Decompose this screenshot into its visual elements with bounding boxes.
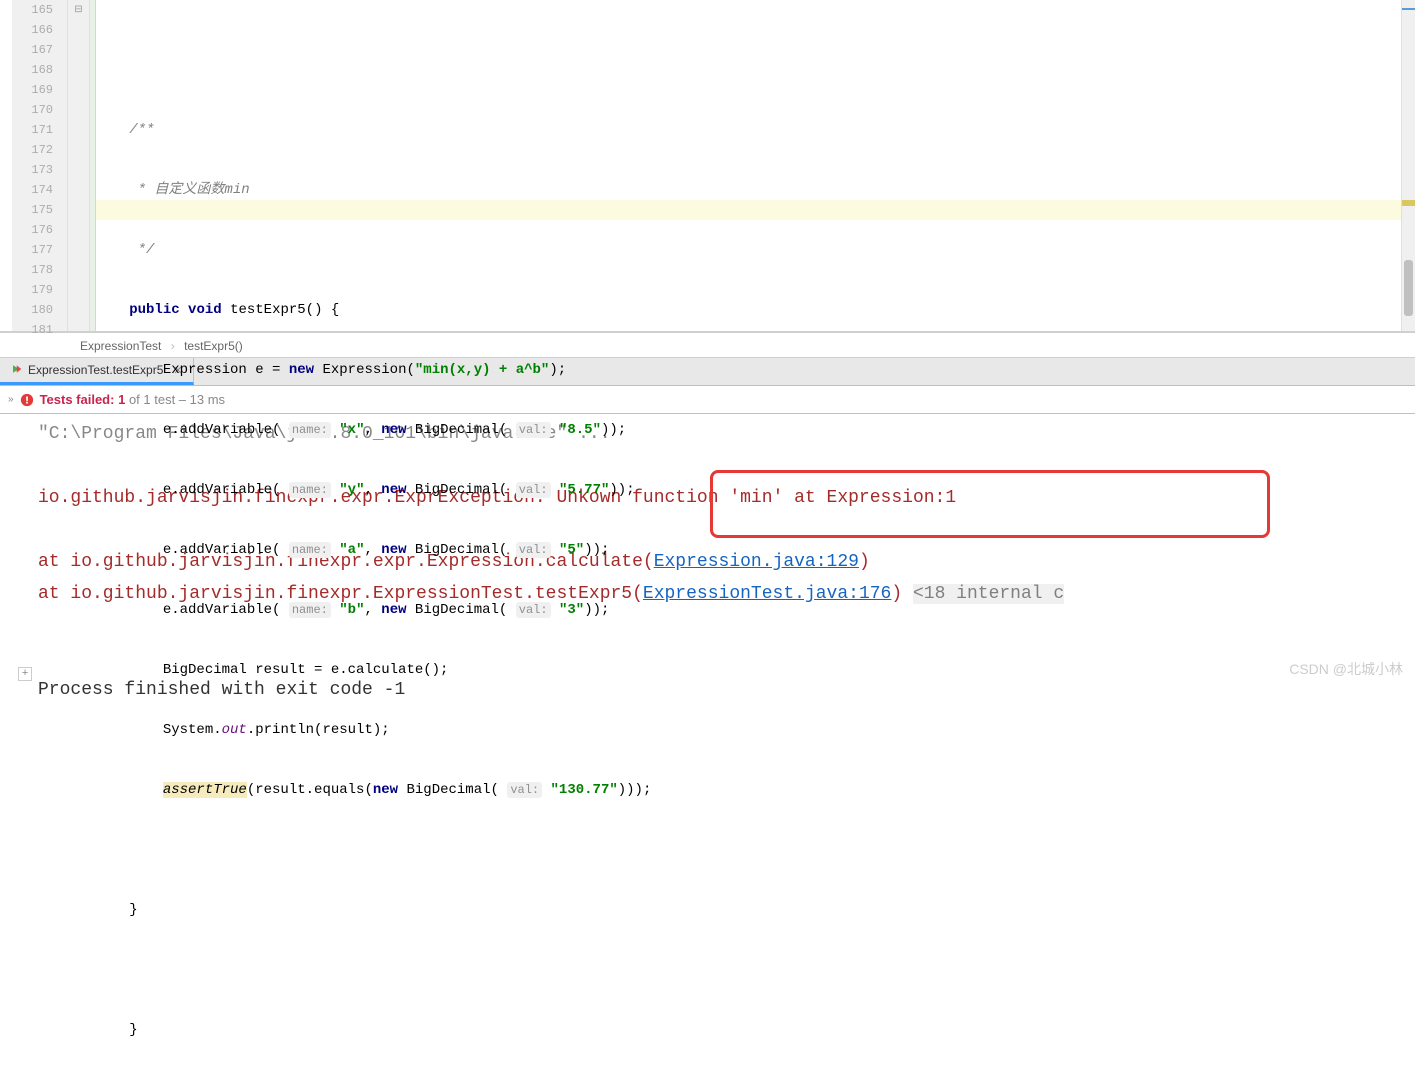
chevron-right-icon[interactable]: » bbox=[8, 394, 14, 405]
source-link[interactable]: Expression.java:129 bbox=[654, 552, 859, 572]
fold-icon[interactable]: ⊟ bbox=[74, 0, 82, 20]
stack-line: at io.github.jarvisjin.finexpr.Expressio… bbox=[38, 584, 643, 604]
line-number: 181 bbox=[31, 323, 53, 337]
scrollbar-thumb[interactable] bbox=[1404, 260, 1413, 316]
line-number: 177 bbox=[31, 243, 53, 257]
line-number: 172 bbox=[31, 143, 53, 157]
scrollbar-marker bbox=[1402, 8, 1415, 10]
line-number: 169 bbox=[31, 83, 53, 97]
gutter[interactable]: 165 166 167 168 169 170 171 172 173 174 … bbox=[12, 0, 68, 331]
line-number: 166 bbox=[31, 23, 53, 37]
error-icon bbox=[20, 392, 34, 408]
source-link[interactable]: ExpressionTest.java:176 bbox=[643, 584, 891, 604]
line-number: 180 bbox=[31, 303, 53, 317]
internal-frames[interactable]: <18 internal c bbox=[913, 584, 1064, 604]
left-margin bbox=[0, 0, 12, 331]
line-number: 168 bbox=[31, 63, 53, 77]
line-number: 179 bbox=[31, 283, 53, 297]
code-editor[interactable]: 165 166 167 168 169 170 171 172 173 174 … bbox=[0, 0, 1415, 332]
line-number: 170 bbox=[31, 103, 53, 117]
line-number: 175 bbox=[31, 203, 53, 217]
line-number: 174 bbox=[31, 183, 53, 197]
gutter-icons: ⊟ bbox=[68, 0, 90, 331]
line-number: 176 bbox=[31, 223, 53, 237]
line-number: 178 bbox=[31, 263, 53, 277]
line-number: 167 bbox=[31, 43, 53, 57]
expand-icon[interactable]: + bbox=[18, 667, 32, 681]
watermark: CSDN @北城小林 bbox=[1289, 659, 1403, 679]
test-icon bbox=[10, 363, 22, 378]
scrollbar-marker bbox=[1402, 200, 1415, 206]
editor-scrollbar[interactable] bbox=[1401, 0, 1415, 331]
line-number: 173 bbox=[31, 163, 53, 177]
line-number: 165 bbox=[31, 3, 53, 17]
code-area[interactable]: /** * 自定义函数min */ public void testExpr5(… bbox=[96, 0, 1401, 331]
line-number: 171 bbox=[31, 123, 53, 137]
process-exit-line: Process finished with exit code -1 bbox=[38, 680, 405, 700]
